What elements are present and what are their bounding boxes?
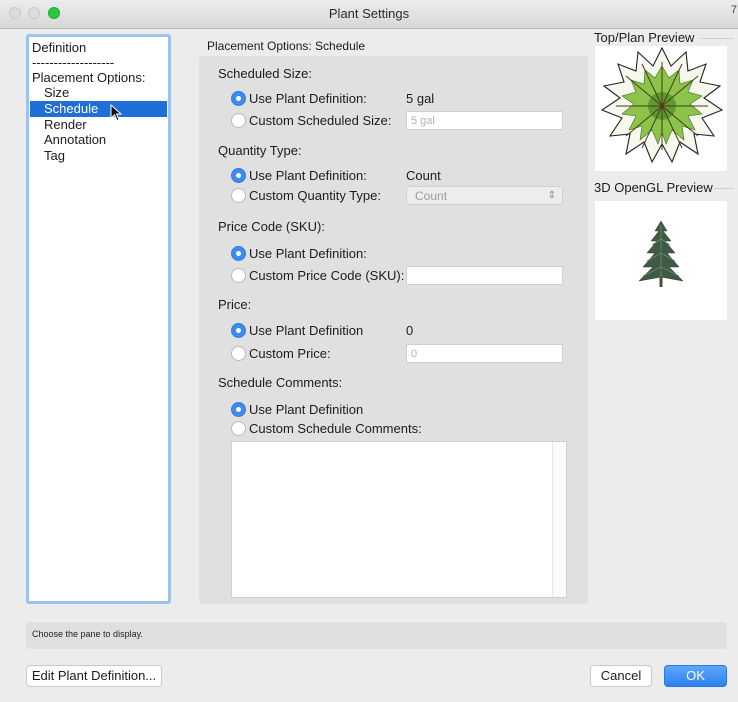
price-use-definition-label[interactable]: Use Plant Definition xyxy=(249,323,363,338)
nav-item-schedule[interactable]: Schedule xyxy=(30,101,167,117)
opengl-preview-title: 3D OpenGL Preview xyxy=(594,180,713,195)
cancel-button[interactable]: Cancel xyxy=(590,665,652,687)
pane-list[interactable]: Definition ------------------- Placement… xyxy=(26,34,171,604)
title-bar[interactable]: Plant Settings 7 xyxy=(0,0,738,29)
nav-item-tag[interactable]: Tag xyxy=(44,148,65,164)
opengl-preview-divider xyxy=(714,188,734,189)
corner-mark: 7 xyxy=(730,4,737,16)
quantity-type-use-definition-label[interactable]: Use Plant Definition: xyxy=(249,168,367,183)
schedule-comments-use-definition-radio[interactable] xyxy=(231,402,246,417)
updown-chevron-icon: ⇕ xyxy=(547,190,556,201)
quantity-type-use-definition-radio[interactable] xyxy=(231,168,246,183)
nav-item-size[interactable]: Size xyxy=(44,85,69,101)
schedule-comments-heading: Schedule Comments: xyxy=(218,375,343,390)
ok-button[interactable]: OK xyxy=(664,665,727,687)
schedule-comments-custom-label[interactable]: Custom Schedule Comments: xyxy=(249,421,422,436)
scheduled-size-definition-value: 5 gal xyxy=(406,91,435,106)
edit-plant-definition-button[interactable]: Edit Plant Definition... xyxy=(26,665,162,687)
schedule-comments-use-definition-label[interactable]: Use Plant Definition xyxy=(249,402,363,417)
top-plan-preview xyxy=(595,46,727,171)
plant-plan-symbol-icon xyxy=(600,46,724,164)
custom-quantity-type-value: Count xyxy=(415,189,448,203)
price-use-definition-radio[interactable] xyxy=(231,323,246,338)
scheduled-size-custom-label[interactable]: Custom Scheduled Size: xyxy=(249,113,391,128)
mouse-pointer-icon xyxy=(110,104,123,122)
custom-quantity-type-select[interactable]: Count ⇕ xyxy=(406,186,563,205)
comments-scrollbar[interactable] xyxy=(552,442,566,597)
custom-price-field[interactable]: 0 xyxy=(406,344,563,363)
quantity-type-definition-value: Count xyxy=(406,168,441,183)
top-plan-preview-title: Top/Plan Preview xyxy=(594,30,695,45)
nav-item-render[interactable]: Render xyxy=(44,117,87,133)
price-code-heading: Price Code (SKU): xyxy=(218,219,325,234)
window-title: Plant Settings xyxy=(328,6,410,21)
nav-item-definition[interactable]: Definition xyxy=(32,40,86,56)
price-code-use-definition-label[interactable]: Use Plant Definition: xyxy=(249,246,367,261)
price-custom-radio[interactable] xyxy=(231,346,246,361)
top-plan-preview-divider xyxy=(700,38,734,39)
scheduled-size-custom-radio[interactable] xyxy=(231,113,246,128)
quantity-type-heading: Quantity Type: xyxy=(218,143,302,158)
custom-price-code-field[interactable] xyxy=(406,266,563,285)
status-bar: Choose the pane to display. xyxy=(26,622,727,649)
scheduled-size-heading: Scheduled Size: xyxy=(218,66,312,81)
scheduled-size-use-definition-radio[interactable] xyxy=(231,91,246,106)
nav-separator: ------------------- xyxy=(32,55,115,70)
price-heading: Price: xyxy=(218,297,252,312)
plant-3d-symbol-icon xyxy=(638,220,684,287)
scheduled-size-use-definition-label[interactable]: Use Plant Definition: xyxy=(249,91,367,106)
custom-scheduled-size-field[interactable]: 5 gal xyxy=(406,111,563,130)
section-title: Placement Options: Schedule xyxy=(207,39,366,53)
schedule-comments-textarea[interactable] xyxy=(231,441,567,598)
quantity-type-custom-label[interactable]: Custom Quantity Type: xyxy=(249,188,381,203)
price-code-custom-radio[interactable] xyxy=(231,268,246,283)
schedule-comments-custom-radio[interactable] xyxy=(231,421,246,436)
plant-settings-window: Plant Settings 7 Definition ------------… xyxy=(0,0,738,702)
price-definition-value: 0 xyxy=(406,323,414,338)
nav-item-placement-options[interactable]: Placement Options: xyxy=(32,70,145,86)
price-code-use-definition-radio[interactable] xyxy=(231,246,246,261)
status-text: Choose the pane to display. xyxy=(32,629,143,639)
price-code-custom-label[interactable]: Custom Price Code (SKU): xyxy=(249,268,404,283)
price-custom-label[interactable]: Custom Price: xyxy=(249,346,331,361)
quantity-type-custom-radio[interactable] xyxy=(231,188,246,203)
nav-item-annotation[interactable]: Annotation xyxy=(44,132,106,148)
opengl-preview xyxy=(595,201,727,320)
